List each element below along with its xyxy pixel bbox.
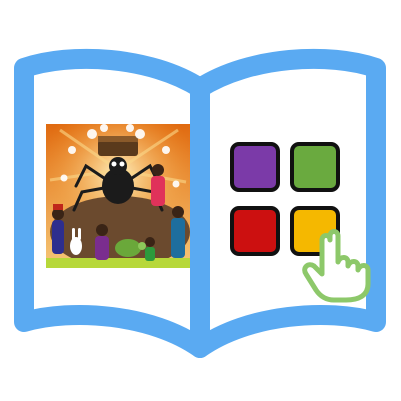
tile-red[interactable]	[230, 206, 280, 256]
story-illustration	[46, 124, 190, 268]
tile-purple[interactable]	[230, 142, 280, 192]
tile-green[interactable]	[290, 142, 340, 192]
book-right-page	[190, 48, 386, 358]
app-icon	[14, 48, 386, 358]
